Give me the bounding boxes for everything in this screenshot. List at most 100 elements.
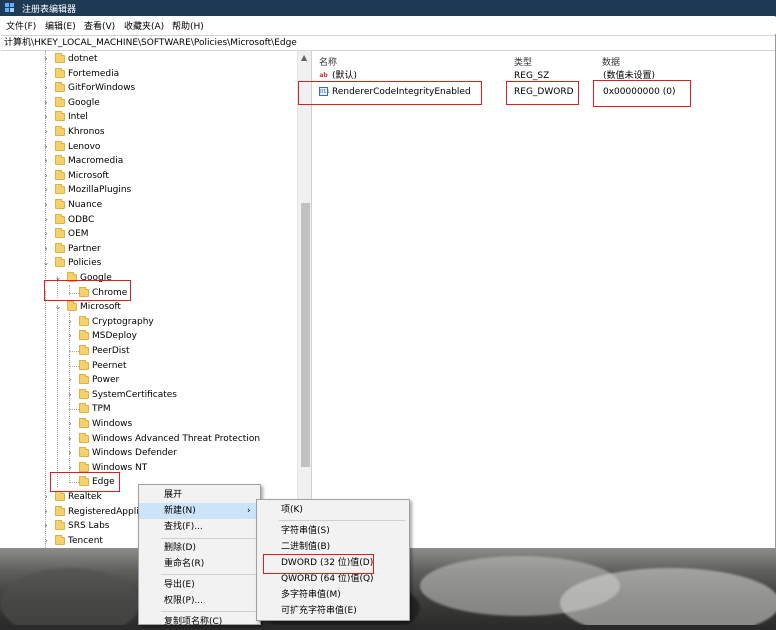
tree-item-policies[interactable]: ⌄ Policies <box>0 256 290 270</box>
chevron-right-icon[interactable]: › <box>42 67 50 81</box>
tree-item-partner[interactable]: › Partner <box>0 242 290 256</box>
chevron-right-icon[interactable]: › <box>66 373 74 387</box>
chevron-right-icon[interactable]: › <box>42 505 50 519</box>
menu-rename[interactable]: 重命名(R) <box>139 556 260 572</box>
chevron-down-icon[interactable]: ⌄ <box>54 300 62 314</box>
tree-item-peerdist[interactable]: PeerDist <box>0 344 290 358</box>
menu-file[interactable]: 文件(F) <box>6 19 36 32</box>
chevron-right-icon[interactable]: › <box>42 52 50 66</box>
tree-item-tpm[interactable]: TPM <box>0 402 290 416</box>
tree-item-peernet[interactable]: Peernet <box>0 359 290 373</box>
tree-item-chrome[interactable]: Chrome <box>0 286 290 300</box>
tree-item-gitforwindows[interactable]: › GitForWindows <box>0 81 290 95</box>
tree-guide-line <box>69 292 79 294</box>
submenu-qword-value[interactable]: QWORD (64 位)值(Q) <box>257 571 409 587</box>
tree-item-msdeploy[interactable]: › MSDeploy <box>0 329 290 343</box>
tree-item-google[interactable]: › Google <box>0 96 290 110</box>
tree-item-label: SystemCertificates <box>92 389 177 400</box>
tree-item-systemcertificates[interactable]: › SystemCertificates <box>0 388 290 402</box>
address-bar[interactable]: 计算机\HKEY_LOCAL_MACHINE\SOFTWARE\Policies… <box>1 35 775 51</box>
submenu-string-value[interactable]: 字符串值(S) <box>257 523 409 539</box>
folder-icon <box>55 199 65 209</box>
menu-help[interactable]: 帮助(H) <box>172 19 204 32</box>
chevron-right-icon[interactable]: › <box>42 154 50 168</box>
value-row-default[interactable]: ab (默认) REG_SZ (数值未设置) <box>319 69 759 83</box>
column-header-type[interactable]: 类型 <box>514 55 532 68</box>
tree-item-google-policy[interactable]: ⌄ Google <box>0 271 290 285</box>
menu-find[interactable]: 查找(F)... <box>139 519 260 535</box>
value-data: 0x00000000 (0) <box>603 87 676 97</box>
submenu-expandable-string-value[interactable]: 可扩充字符串值(E) <box>257 603 409 619</box>
chevron-right-icon[interactable]: › <box>66 432 74 446</box>
tree-item-windows-nt[interactable]: › Windows NT <box>0 461 290 475</box>
tree-item-nuance[interactable]: › Nuance <box>0 198 290 212</box>
tree-item-windows-defender[interactable]: › Windows Defender <box>0 446 290 460</box>
chevron-right-icon[interactable]: › <box>42 534 50 548</box>
chevron-right-icon[interactable]: › <box>42 125 50 139</box>
chevron-right-icon[interactable]: › <box>66 446 74 460</box>
chevron-right-icon[interactable]: › <box>42 490 50 504</box>
tree-item-label: Peernet <box>92 360 127 371</box>
chevron-right-icon[interactable]: › <box>66 461 74 475</box>
tree-item-power[interactable]: › Power <box>0 373 290 387</box>
values-pane[interactable]: 名称 类型 数据 ab (默认) REG_SZ (数值未设置) 011 Rend… <box>313 51 775 548</box>
column-header-name[interactable]: 名称 <box>319 55 337 68</box>
chevron-right-icon[interactable]: › <box>42 81 50 95</box>
tree-item-dotnet[interactable]: › dotnet <box>0 52 290 66</box>
scroll-up-arrow-icon[interactable]: ▲ <box>301 53 307 62</box>
folder-icon <box>79 374 89 385</box>
column-header-data[interactable]: 数据 <box>602 55 620 68</box>
tree-item-label: Windows <box>92 419 133 429</box>
menu-favorites[interactable]: 收藏夹(A) <box>124 19 164 32</box>
chevron-right-icon[interactable]: › <box>42 227 50 241</box>
chevron-right-icon[interactable]: › <box>42 140 50 154</box>
tree-item-intel[interactable]: › Intel <box>0 110 290 124</box>
submenu-key[interactable]: 项(K) <box>257 502 409 518</box>
chevron-right-icon[interactable]: › <box>66 388 74 402</box>
tree-item-microsoft-policy[interactable]: ⌄ Microsoft <box>0 300 290 314</box>
menu-export[interactable]: 导出(E) <box>139 577 260 593</box>
registry-tree[interactable]: › dotnet › Fortemedia › GitForWindows › Google ›… <box>0 51 312 548</box>
scrollbar-thumb[interactable] <box>301 203 310 467</box>
chevron-right-icon[interactable]: › <box>42 183 50 197</box>
tree-item-odbc[interactable]: › ODBC <box>0 213 290 227</box>
title-bar[interactable]: 注册表编辑器 <box>0 0 776 16</box>
chevron-right-icon[interactable]: › <box>42 198 50 212</box>
tree-item-lenovo[interactable]: › Lenovo <box>0 140 290 154</box>
chevron-right-icon[interactable]: › <box>42 110 50 124</box>
tree-item-cryptography[interactable]: › Cryptography <box>0 315 290 329</box>
tree-item-macromedia[interactable]: › Macromedia <box>0 154 290 168</box>
tree-item-khronos[interactable]: › Khronos <box>0 125 290 139</box>
tree-item-oem[interactable]: › OEM <box>0 227 290 241</box>
folder-icon <box>55 213 65 224</box>
menu-permissions[interactable]: 权限(P)... <box>139 593 260 609</box>
menu-expand[interactable]: 展开 <box>139 487 260 503</box>
submenu-binary-value[interactable]: 二进制值(B) <box>257 539 409 555</box>
tree-item-microsoft[interactable]: › Microsoft <box>0 169 290 183</box>
tree-item-windows-advanced-threat-protection[interactable]: › Windows Advanced Threat Protection <box>0 432 290 446</box>
chevron-right-icon[interactable]: › <box>42 96 50 110</box>
submenu-multi-string-value[interactable]: 多字符串值(M) <box>257 587 409 603</box>
tree-item-windows[interactable]: › Windows <box>0 417 290 431</box>
chevron-right-icon[interactable]: › <box>42 242 50 256</box>
tree-item-label: Khronos <box>68 127 105 137</box>
chevron-right-icon[interactable]: › <box>42 519 50 533</box>
chevron-right-icon[interactable]: › <box>66 329 74 343</box>
tree-item-fortemedia[interactable]: › Fortemedia <box>0 67 290 81</box>
chevron-down-icon[interactable]: ⌄ <box>54 271 62 285</box>
chevron-down-icon[interactable]: ⌄ <box>42 256 50 270</box>
value-row-renderer[interactable]: 011 RendererCodeIntegrityEnabled REG_DWO… <box>319 85 759 99</box>
menu-new[interactable]: 新建(N) › <box>139 503 260 519</box>
menu-edit[interactable]: 编辑(E) <box>45 19 76 32</box>
menu-delete[interactable]: 删除(D) <box>139 540 260 556</box>
menu-view[interactable]: 查看(V) <box>84 19 115 32</box>
chevron-right-icon[interactable]: › <box>66 417 74 431</box>
folder-icon <box>55 67 65 78</box>
tree-scrollbar[interactable]: ▲ <box>297 51 311 548</box>
menu-copy-key-name[interactable]: 复制项名称(C) <box>139 614 260 630</box>
tree-item-mozillaplugins[interactable]: › MozillaPlugins <box>0 183 290 197</box>
chevron-right-icon[interactable]: › <box>42 213 50 227</box>
chevron-right-icon[interactable]: › <box>42 169 50 183</box>
submenu-dword-value[interactable]: DWORD (32 位)值(D) <box>257 555 409 571</box>
chevron-right-icon[interactable]: › <box>66 315 74 329</box>
